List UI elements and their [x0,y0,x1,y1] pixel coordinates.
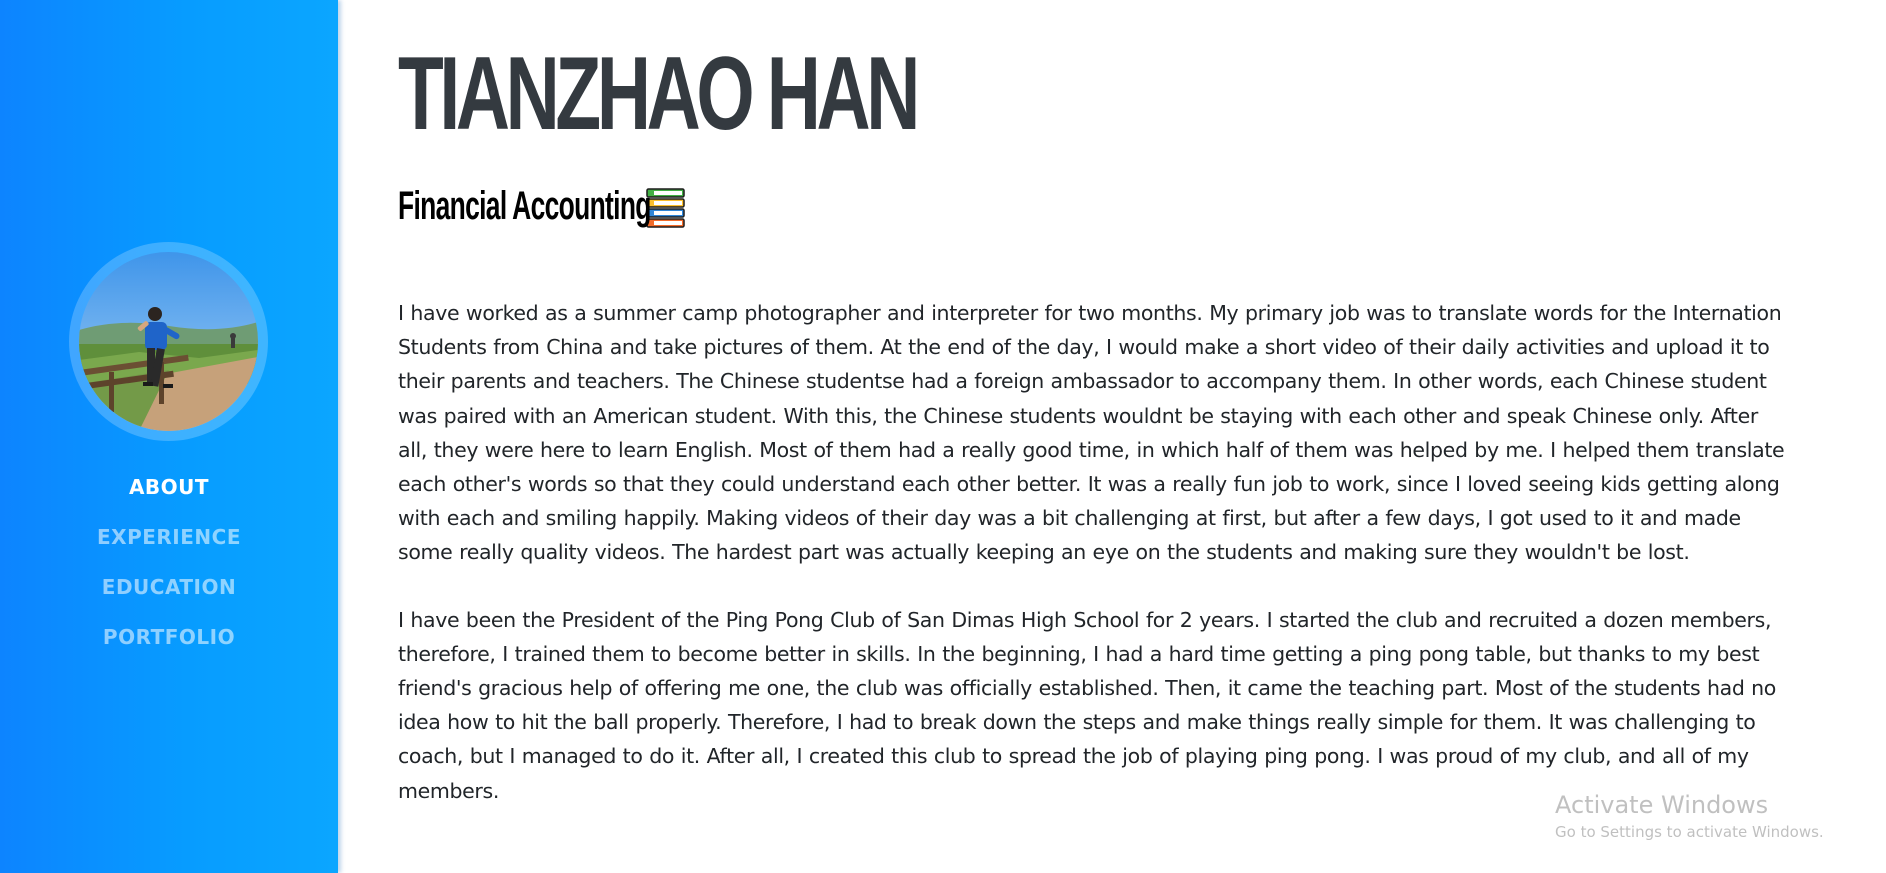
about-paragraph-1: I have worked as a summer camp photograp… [398,301,1785,565]
subtitle: Financial Accounting [398,184,688,229]
nav-item-experience[interactable]: EXPERIENCE [0,520,338,570]
about-section: I have worked as a summer camp photograp… [398,296,1788,841]
avatar [79,252,258,431]
activate-windows-watermark: Activate Windows Go to Settings to activ… [1555,790,1824,844]
nav-item-about[interactable]: ABOUT [0,470,338,520]
watermark-title: Activate Windows [1555,791,1769,819]
about-paragraph-2: I have been the President of the Ping Po… [398,607,1776,803]
nav-item-portfolio[interactable]: PORTFOLIO [0,620,338,670]
avatar-photo [79,252,258,431]
page-title: TIANZHAO HAN [398,36,920,152]
sidebar: ABOUT EXPERIENCE EDUCATION PORTFOLIO [0,0,338,873]
sidebar-nav: ABOUT EXPERIENCE EDUCATION PORTFOLIO [0,470,338,670]
nav-item-education[interactable]: EDUCATION [0,570,338,620]
watermark-subtitle: Go to Settings to activate Windows. [1555,823,1824,841]
avatar-ring [69,242,268,441]
subtitle-text: Financial Accounting [398,184,651,228]
